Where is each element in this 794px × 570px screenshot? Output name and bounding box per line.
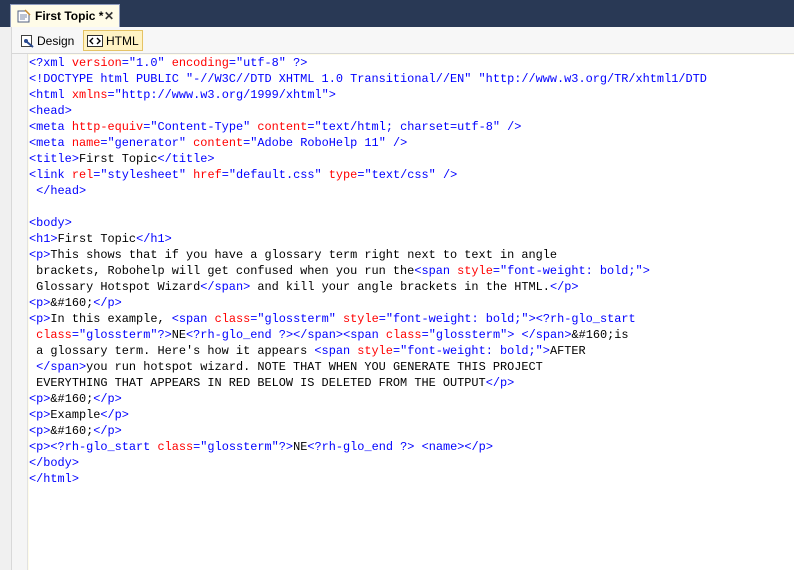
design-view-icon [21, 34, 34, 48]
code-line: <meta name="generator" content="Adobe Ro… [29, 136, 408, 150]
html-view-button[interactable]: HTML [83, 30, 143, 51]
design-view-button[interactable]: Design [17, 30, 77, 51]
code-line: <title>First Topic</title> [29, 152, 215, 166]
code-line: <p>This shows that if you have a glossar… [29, 248, 558, 262]
code-line: Glossary Hotspot Wizard</span> and kill … [29, 280, 579, 294]
code-line: <link rel="stylesheet" href="default.css… [29, 168, 458, 182]
view-toolbar: Design HTML [12, 27, 794, 54]
document-tab-title: First Topic * [35, 9, 104, 23]
html-source-editor[interactable]: <?xml version="1.0" encoding="utf-8" ?> <… [29, 55, 794, 570]
code-line: <meta http-equiv="Content-Type" content=… [29, 120, 522, 134]
editor-gutter [12, 54, 28, 570]
code-line: </span>you run hotspot wizard. NOTE THAT… [36, 360, 543, 374]
left-margin-bar [0, 27, 12, 570]
code-line: <!DOCTYPE html PUBLIC "-//W3C//DTD XHTML… [29, 72, 707, 86]
document-tab-strip: First Topic * ✕ [0, 0, 794, 27]
design-view-label: Design [37, 33, 75, 48]
code-line: <p>&#160;</p> [29, 424, 122, 438]
code-line: </body> [29, 456, 79, 470]
code-line: <p>Example</p> [29, 408, 129, 422]
code-line: <p>&#160;</p> [29, 296, 122, 310]
code-line: class="glossterm"?>NE<?rh-glo_end ?></sp… [36, 328, 629, 342]
document-tab[interactable]: First Topic * ✕ [10, 4, 120, 27]
html-view-label: HTML [106, 33, 139, 48]
code-line: <p>In this example, <span class="glosste… [29, 312, 636, 326]
code-line: </html> [29, 472, 79, 486]
code-line: </head> [36, 184, 87, 198]
code-line: <p><?rh-glo_start class="glossterm"?>NE<… [29, 440, 493, 454]
code-line: EVERYTHING THAT APPEARS IN RED BELOW IS … [29, 376, 515, 390]
code-line: <body> [29, 216, 72, 230]
code-line: <h1>First Topic</h1> [29, 232, 172, 246]
code-line: brackets, Robohelp will get confused whe… [29, 264, 650, 278]
code-line: <?xml version="1.0" encoding="utf-8" ?> [29, 56, 308, 70]
code-line: a glossary term. Here's how it appears <… [29, 344, 586, 358]
code-line: <p>&#160;</p> [29, 392, 122, 406]
html-view-icon [87, 34, 103, 47]
close-icon[interactable]: ✕ [104, 9, 114, 23]
code-line: <head> [29, 104, 72, 118]
code-line: <html xmlns="http://www.w3.org/1999/xhtm… [29, 88, 336, 102]
topic-icon [17, 9, 31, 23]
